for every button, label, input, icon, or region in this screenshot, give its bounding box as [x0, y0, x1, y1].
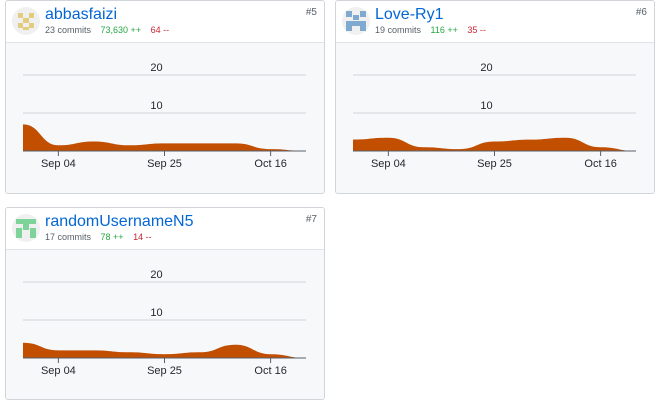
contributor-header: abbasfaizi 23 commits 73,630 ++ 64 -- #5 [6, 1, 324, 43]
contribution-stats: 23 commits 73,630 ++ 64 -- [45, 25, 169, 36]
rank-badge: #6 [635, 7, 647, 18]
commits-link[interactable]: 19 commits [375, 25, 421, 35]
commits-link[interactable]: 23 commits [45, 25, 91, 35]
deletions-count: 14 -- [133, 232, 152, 242]
additions-count: 78 ++ [100, 232, 124, 242]
x-tick-label: Oct 16 [254, 158, 286, 170]
contributor-card: Love-Ry1 19 commits 116 ++ 35 -- #6 20 10… [335, 0, 655, 194]
username-link[interactable]: abbasfaizi [45, 6, 117, 24]
additions-count: 116 ++ [430, 25, 458, 35]
rank-badge: #5 [305, 7, 317, 18]
x-tick-label: Sep 25 [477, 158, 512, 170]
y-tick-label: 20 [150, 269, 162, 281]
x-tick-label: Sep 25 [147, 365, 182, 377]
contribution-stats: 19 commits 116 ++ 35 -- [375, 25, 486, 36]
area-chart: 20 10 Sep 04 Sep 25 Oct 16 [23, 62, 306, 170]
y-tick-label: 10 [480, 100, 492, 112]
contributors-grid: abbasfaizi 23 commits 73,630 ++ 64 -- #5… [0, 0, 657, 400]
username-link[interactable]: Love-Ry1 [375, 6, 443, 24]
identicon-icon [12, 214, 40, 242]
deletions-count: 35 -- [467, 25, 486, 35]
area-chart: 20 10 Sep 04 Sep 25 Oct 16 [23, 269, 306, 377]
avatar[interactable] [12, 214, 40, 242]
avatar[interactable] [342, 7, 370, 35]
commit-area [23, 342, 306, 358]
additions-count: 73,630 ++ [100, 25, 142, 35]
y-tick-label: 20 [480, 62, 492, 74]
x-tick-label: Sep 04 [41, 365, 76, 377]
x-tick-label: Oct 16 [584, 158, 616, 170]
x-tick-label: Sep 04 [41, 158, 76, 170]
y-tick-label: 20 [150, 62, 162, 74]
commit-area [23, 124, 306, 151]
contribution-stats: 17 commits 78 ++ 14 -- [45, 232, 152, 243]
commit-area [353, 137, 636, 151]
commit-activity-chart: 20 10 Sep 04 Sep 25 Oct 16 [336, 43, 654, 193]
identicon-icon [12, 7, 40, 35]
commits-link[interactable]: 17 commits [45, 232, 91, 242]
area-chart: 20 10 Sep 04 Sep 25 Oct 16 [353, 62, 636, 170]
avatar[interactable] [12, 7, 40, 35]
y-tick-label: 10 [150, 307, 162, 319]
contributor-card: abbasfaizi 23 commits 73,630 ++ 64 -- #5… [5, 0, 325, 194]
commit-activity-chart: 20 10 Sep 04 Sep 25 Oct 16 [6, 250, 324, 399]
x-tick-label: Sep 04 [371, 158, 406, 170]
x-tick-label: Sep 25 [147, 158, 182, 170]
contributor-card: randomUsernameN5 17 commits 78 ++ 14 -- … [5, 207, 325, 400]
y-tick-label: 10 [150, 100, 162, 112]
contributor-header: Love-Ry1 19 commits 116 ++ 35 -- #6 [336, 1, 654, 43]
commit-activity-chart: 20 10 Sep 04 Sep 25 Oct 16 [6, 43, 324, 193]
contributor-header: randomUsernameN5 17 commits 78 ++ 14 -- … [6, 208, 324, 250]
username-link[interactable]: randomUsernameN5 [45, 213, 194, 231]
identicon-icon [342, 7, 370, 35]
rank-badge: #7 [305, 214, 317, 225]
deletions-count: 64 -- [150, 25, 170, 35]
x-tick-label: Oct 16 [254, 365, 286, 377]
